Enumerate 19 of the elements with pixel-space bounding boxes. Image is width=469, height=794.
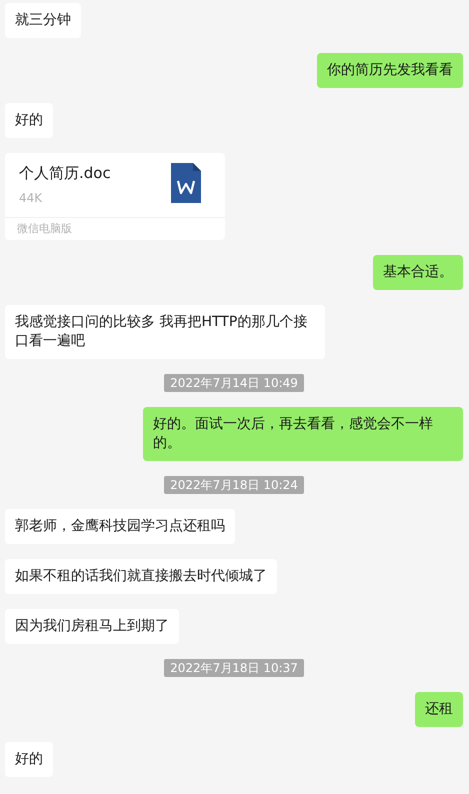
message-bubble: 郭老师，金鹰科技园学习点还租吗 [5,509,235,544]
message-bubble: 好的。面试一次后，再去看看，感觉会不一样的。 [143,407,463,461]
message-bubble: 因为我们房租马上到期了 [5,609,179,644]
message-bubble: 如果不租的话我们就直接搬去时代倾城了 [5,559,277,594]
message-bubble: 我感觉接口问的比较多 我再把HTTP的那几个接口看一遍吧 [5,305,325,359]
timestamp: 2022年7月14日 10:49 [164,374,304,392]
message-bubble: 基本合适。 [373,255,463,290]
message-bubble: 还租 [415,692,463,727]
message-bubble: 好的 [5,103,53,138]
message-bubble: 就三分钟 [5,3,81,38]
source-label: 微信电脑版 [17,221,72,236]
timestamp: 2022年7月18日 10:24 [164,476,304,494]
document-icon [171,163,201,203]
file-size: 44K [19,191,44,205]
timestamp: 2022年7月18日 10:37 [164,659,304,677]
file-name: 个人简历.doc [19,163,111,183]
message-bubble: 好的 [5,742,53,777]
message-bubble: 你的简历先发我看看 [317,53,463,88]
file-card[interactable]: 个人简历.doc 44K 微信电脑版 [5,153,225,240]
